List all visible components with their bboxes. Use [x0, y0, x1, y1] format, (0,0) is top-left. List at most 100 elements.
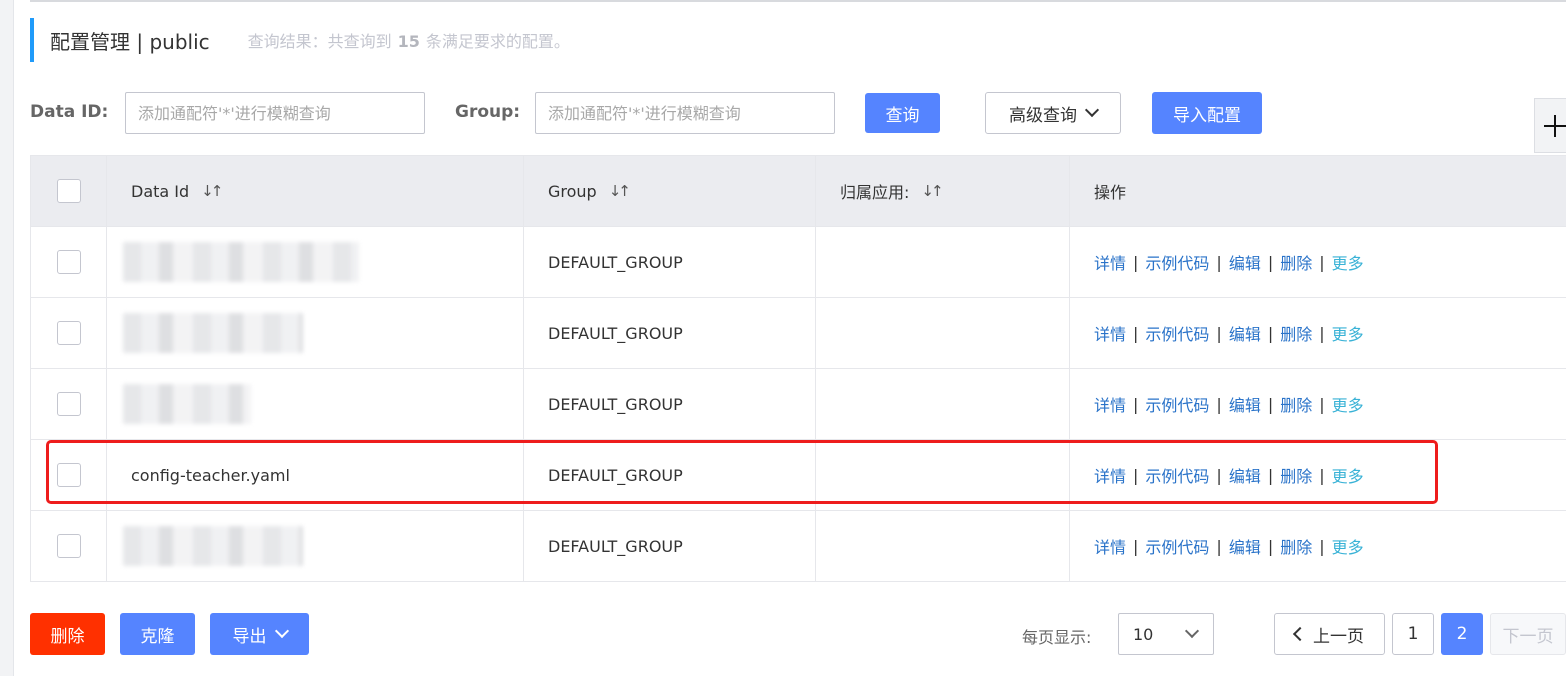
- separator: |: [1133, 323, 1139, 343]
- separator: |: [1319, 394, 1325, 414]
- group-cell: DEFAULT_GROUP: [548, 394, 683, 414]
- query-button-label: 查询: [885, 105, 920, 126]
- detail-link[interactable]: 详情: [1094, 392, 1126, 416]
- column-label: 归属应用:: [840, 183, 910, 202]
- delete-link[interactable]: 删除: [1280, 463, 1312, 487]
- detail-link[interactable]: 详情: [1094, 534, 1126, 558]
- column-header-group[interactable]: Group ↓↑: [524, 156, 816, 226]
- sample-code-link[interactable]: 示例代码: [1145, 392, 1209, 416]
- separator: |: [1216, 536, 1222, 556]
- column-header-data-id[interactable]: Data Id ↓↑: [107, 156, 524, 226]
- group-cell: DEFAULT_GROUP: [548, 536, 683, 556]
- result-count: 15: [397, 32, 420, 51]
- plus-icon: [1543, 114, 1566, 137]
- more-link[interactable]: 更多: [1332, 250, 1364, 274]
- result-suffix: 条满足要求的配置。: [425, 32, 570, 51]
- page-button-2[interactable]: 2: [1441, 613, 1483, 655]
- edit-link[interactable]: 编辑: [1229, 321, 1261, 345]
- data-id-input[interactable]: [125, 92, 425, 134]
- title-bar: 配置管理 | public 查询结果：共查询到 15 条满足要求的配置。: [30, 18, 570, 62]
- group-cell: DEFAULT_GROUP: [548, 465, 683, 485]
- delete-link[interactable]: 删除: [1280, 321, 1312, 345]
- sort-icon[interactable]: ↓↑: [609, 182, 631, 200]
- sample-code-link[interactable]: 示例代码: [1145, 463, 1209, 487]
- separator: |: [1267, 323, 1274, 343]
- page-number: 1: [1407, 624, 1419, 644]
- top-divider: [30, 0, 1566, 2]
- delete-link[interactable]: 删除: [1280, 392, 1312, 416]
- sample-code-link[interactable]: 示例代码: [1145, 534, 1209, 558]
- edit-link[interactable]: 编辑: [1229, 463, 1261, 487]
- group-cell: DEFAULT_GROUP: [548, 323, 683, 343]
- operations-cell: 详情 | 示例代码 | 编辑 | 删除 | 更多: [1070, 511, 1566, 581]
- page-title: 配置管理 | public: [50, 29, 210, 54]
- separator: |: [1133, 252, 1139, 272]
- separator: |: [1133, 536, 1139, 556]
- import-config-label: 导入配置: [1173, 105, 1241, 126]
- table-row: DEFAULT_GROUP 详情 | 示例代码 | 编辑 | 删除 | 更多: [31, 369, 1566, 440]
- group-input[interactable]: [535, 92, 835, 134]
- detail-link[interactable]: 详情: [1094, 250, 1126, 274]
- sample-code-link[interactable]: 示例代码: [1145, 321, 1209, 345]
- select-all-checkbox[interactable]: [56, 179, 81, 203]
- column-label: Data Id: [131, 181, 190, 201]
- row-checkbox[interactable]: [56, 463, 81, 487]
- sort-icon[interactable]: ↓↑: [201, 182, 223, 200]
- more-link[interactable]: 更多: [1332, 534, 1364, 558]
- row-checkbox[interactable]: [56, 250, 81, 274]
- clone-label: 克隆: [140, 626, 175, 647]
- separator: |: [1267, 465, 1274, 485]
- edit-link[interactable]: 编辑: [1229, 534, 1261, 558]
- data-id-label: Data ID:: [30, 102, 109, 122]
- column-label: 操作: [1094, 183, 1127, 202]
- operations-cell: 详情 | 示例代码 | 编辑 | 删除 | 更多: [1070, 298, 1566, 368]
- sort-icon[interactable]: ↓↑: [921, 182, 943, 200]
- separator: |: [1319, 252, 1325, 272]
- separator: |: [1216, 252, 1222, 272]
- advanced-query-button[interactable]: 高级查询: [985, 92, 1121, 134]
- result-prefix: 查询结果：共查询到: [247, 32, 392, 51]
- detail-link[interactable]: 详情: [1094, 463, 1126, 487]
- separator: |: [1216, 323, 1222, 343]
- table-header: Data Id ↓↑ Group ↓↑ 归属应用: ↓↑ 操作: [31, 156, 1566, 227]
- data-id-cell[interactable]: config-teacher.yaml: [131, 466, 290, 485]
- next-page-label: 下一页: [1502, 626, 1554, 647]
- export-button[interactable]: 导出: [210, 613, 309, 655]
- edit-link[interactable]: 编辑: [1229, 392, 1261, 416]
- redacted-data-id: [123, 242, 359, 282]
- page-number: 2: [1456, 624, 1468, 644]
- separator: |: [1267, 536, 1274, 556]
- separator: |: [1267, 252, 1274, 272]
- separator: |: [1319, 323, 1325, 343]
- edit-link[interactable]: 编辑: [1229, 250, 1261, 274]
- chevron-down-icon: [1184, 623, 1200, 639]
- prev-page-button[interactable]: 上一页: [1274, 613, 1385, 655]
- clone-button[interactable]: 克隆: [120, 613, 195, 655]
- query-button[interactable]: 查询: [865, 93, 940, 133]
- separator: |: [1267, 394, 1274, 414]
- page-size-value: 10: [1133, 624, 1154, 644]
- table-row: DEFAULT_GROUP 详情 | 示例代码 | 编辑 | 删除 | 更多: [31, 298, 1566, 369]
- add-config-button[interactable]: [1534, 98, 1566, 153]
- left-sidebar-edge: [0, 0, 14, 676]
- row-checkbox[interactable]: [56, 534, 81, 558]
- delete-link[interactable]: 删除: [1280, 534, 1312, 558]
- more-link[interactable]: 更多: [1332, 392, 1364, 416]
- import-config-button[interactable]: 导入配置: [1152, 92, 1262, 134]
- page-size-select[interactable]: 10: [1118, 613, 1214, 655]
- redacted-data-id: [123, 526, 303, 566]
- delete-link[interactable]: 删除: [1280, 250, 1312, 274]
- row-checkbox[interactable]: [56, 392, 81, 416]
- column-header-app[interactable]: 归属应用: ↓↑: [816, 156, 1070, 226]
- more-link[interactable]: 更多: [1332, 463, 1364, 487]
- more-link[interactable]: 更多: [1332, 321, 1364, 345]
- export-label: 导出: [232, 626, 267, 647]
- sample-code-link[interactable]: 示例代码: [1145, 250, 1209, 274]
- redacted-data-id: [123, 313, 303, 353]
- table-row: DEFAULT_GROUP 详情 | 示例代码 | 编辑 | 删除 | 更多: [31, 227, 1566, 298]
- page-button-1[interactable]: 1: [1392, 613, 1434, 655]
- separator: |: [1319, 465, 1325, 485]
- detail-link[interactable]: 详情: [1094, 321, 1126, 345]
- batch-delete-button[interactable]: 删除: [30, 613, 105, 655]
- row-checkbox[interactable]: [56, 321, 81, 345]
